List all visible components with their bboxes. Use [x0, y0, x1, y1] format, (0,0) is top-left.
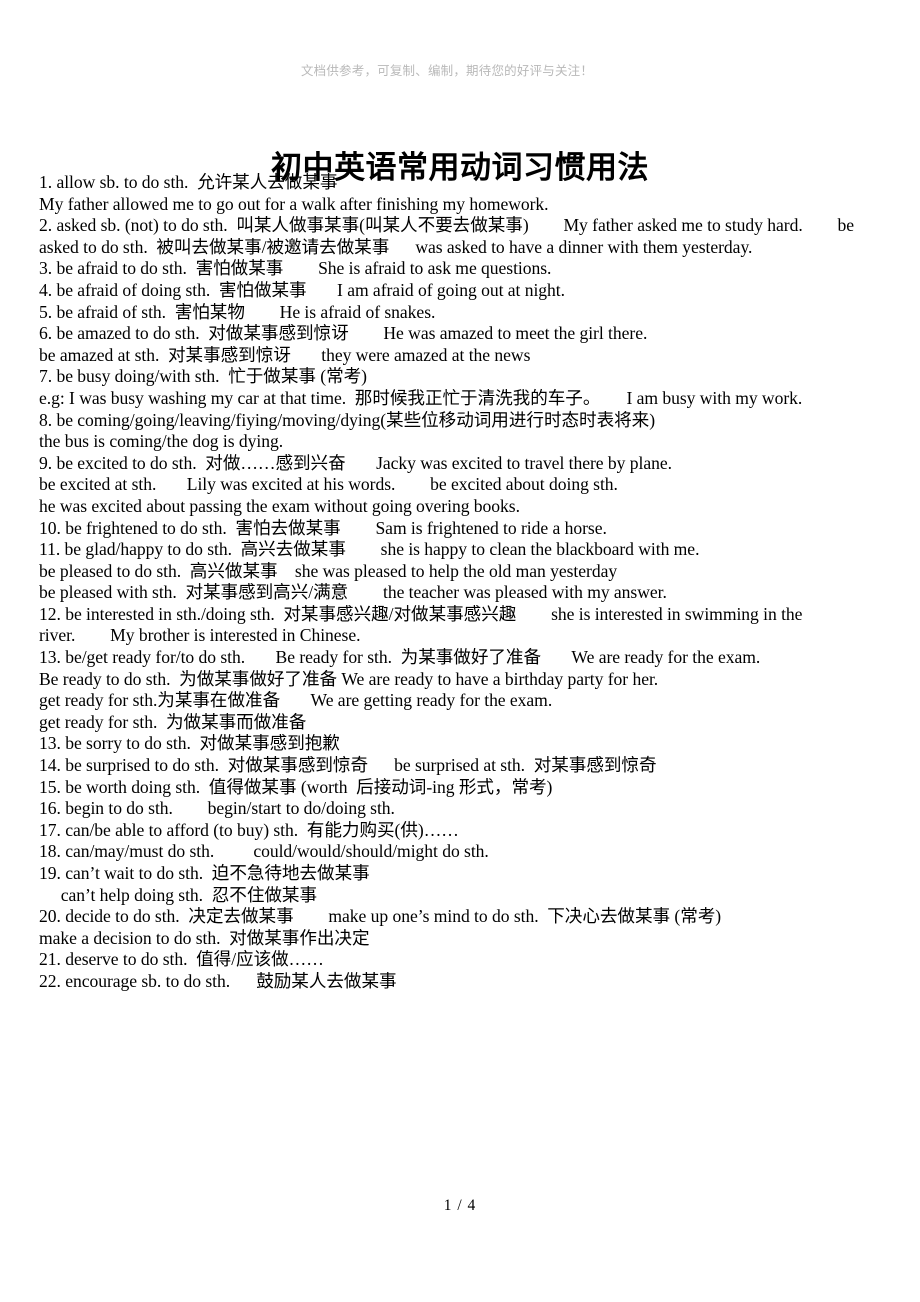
text-line: be excited at sth. Lily was excited at h… — [39, 474, 618, 495]
text-line: Be ready to do sth. 为做某事做好了准备 We are rea… — [39, 668, 659, 689]
document-page: 文档供参考，可复制、编制，期待您的好评与关注！ 初中英语常用动词习惯用法 1. … — [0, 0, 920, 1302]
text-line: asked to do sth. 被叫去做某事/被邀请去做某事 was aske… — [39, 236, 753, 257]
text-line: make a decision to do sth. 对做某事作出决定 — [39, 927, 370, 948]
text-line: 13. be/get ready for/to do sth. Be ready… — [39, 647, 761, 668]
text-line: 1. allow sb. to do sth. 允许某人去做某事 — [39, 172, 338, 192]
text-line: 22. encourage sb. to do sth. 鼓励某人去做某事 — [39, 970, 397, 991]
text-line: be pleased to do sth. 高兴做某事 she was plea… — [39, 560, 618, 581]
text-line: get ready for sth. 为做某事而做准备 — [39, 711, 307, 732]
text-line: 5. be afraid of sth. 害怕某物 He is afraid o… — [39, 301, 436, 322]
text-line: can’t help doing sth. 忍不住做某事 — [39, 884, 317, 905]
text-line: get ready for sth.为某事在做准备 We are getting… — [39, 690, 553, 711]
text-line: be pleased with sth. 对某事感到高兴/满意 the teac… — [39, 582, 667, 603]
document-body: 1. allow sb. to do sth. 允许某人去做某事 My fath… — [39, 172, 884, 993]
text-line: 17. can/be able to afford (to buy) sth. … — [39, 819, 459, 840]
text-line: 16. begin to do sth. begin/start to do/d… — [39, 798, 395, 819]
text-line: 20. decide to do sth. 决定去做某事 make up one… — [39, 906, 722, 927]
text-line: river. My brother is interested in Chine… — [39, 625, 361, 646]
page-number: 1 / 4 — [443, 1197, 477, 1214]
text-line: 8. be coming/going/leaving/fiying/moving… — [39, 409, 656, 430]
text-line: 15. be worth doing sth. 值得做某事 (worth 后接动… — [39, 776, 553, 797]
text-line: 12. be interested in sth./doing sth. 对某事… — [39, 603, 803, 624]
text-line: be amazed at sth. 对某事感到惊讶 they were amaz… — [39, 344, 531, 365]
text-line: 9. be excited to do sth. 对做……感到兴奋 Jacky … — [39, 452, 672, 473]
text-line: My father allowed me to go out for a wal… — [39, 193, 549, 214]
text-line: he was excited about passing the exam wi… — [39, 495, 520, 516]
text-line: 14. be surprised to do sth. 对做某事感到惊奇 be … — [39, 755, 657, 776]
text-line: 7. be busy doing/with sth. 忙于做某事 (常考) — [39, 366, 367, 387]
text-line: 2. asked sb. (not) to do sth. 叫某人做事某事(叫某… — [39, 215, 854, 236]
header-watermark: 文档供参考，可复制、编制，期待您的好评与关注！ — [300, 63, 594, 78]
text-line: e.g: I was busy washing my car at that t… — [39, 387, 803, 408]
text-line: 11. be glad/happy to do sth. 高兴去做某事 she … — [39, 539, 700, 560]
text-line: 13. be sorry to do sth. 对做某事感到抱歉 — [39, 733, 340, 754]
text-line: 6. be amazed to do sth. 对做某事感到惊讶 He was … — [39, 323, 648, 344]
text-line: 21. deserve to do sth. 值得/应该做…… — [39, 949, 324, 970]
text-line: the bus is coming/the dog is dying. — [39, 431, 284, 452]
text-line: 19. can’t wait to do sth. 迫不急待地去做某事 — [39, 863, 370, 883]
text-line: 10. be frightened to do sth. 害怕去做某事 Sam … — [39, 517, 607, 538]
text-line: 4. be afraid of doing sth. 害怕做某事 I am af… — [39, 279, 565, 300]
text-line: 3. be afraid to do sth. 害怕做某事 She is afr… — [39, 258, 552, 279]
text-line: 18. can/may/must do sth. could/would/sho… — [39, 841, 489, 862]
